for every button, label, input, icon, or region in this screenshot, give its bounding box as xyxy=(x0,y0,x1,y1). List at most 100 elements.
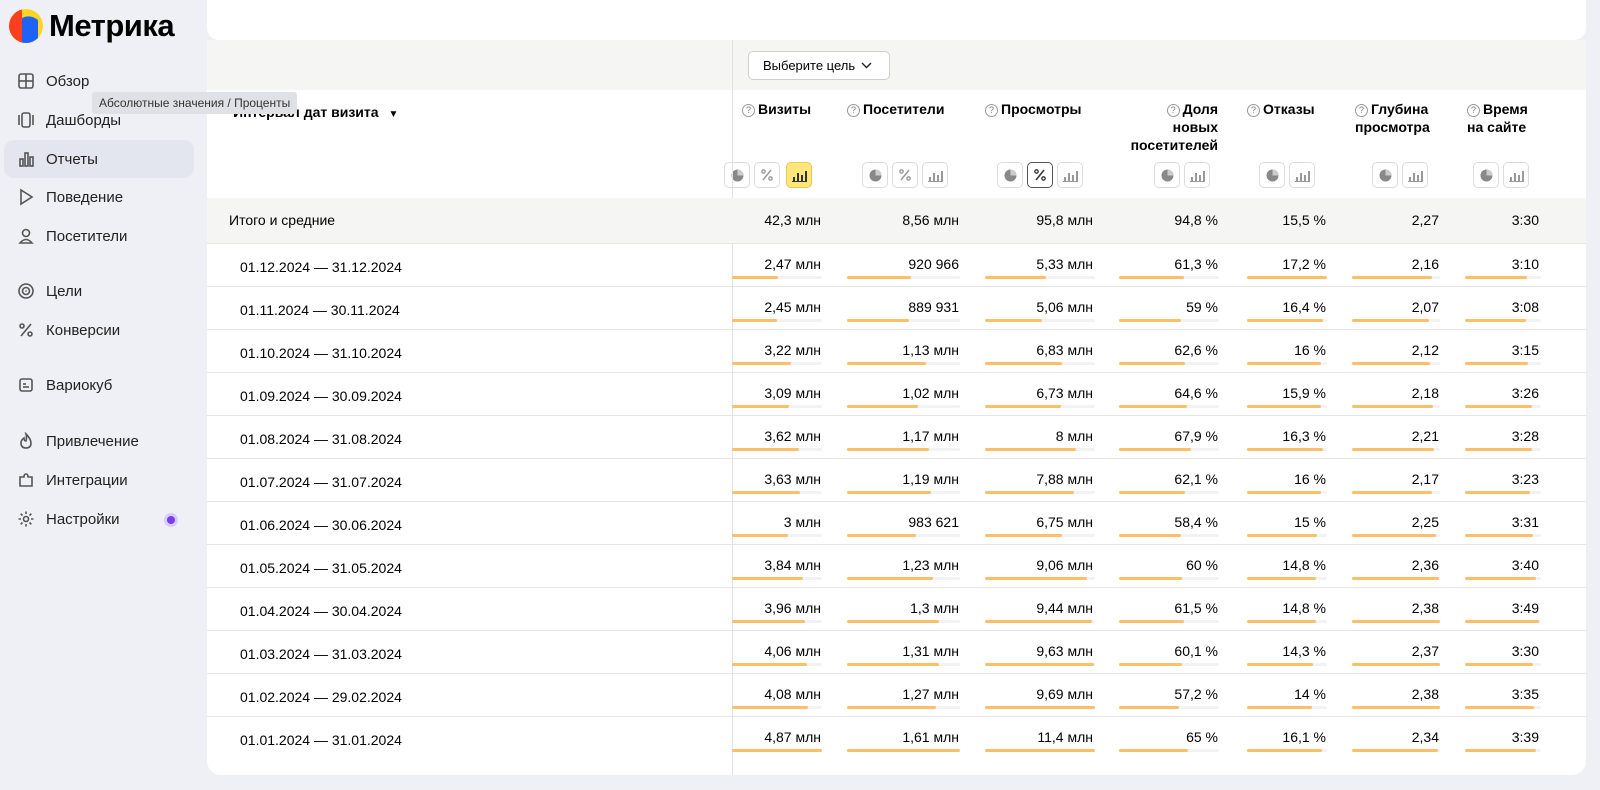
sidebar-item-6[interactable]: Конверсии xyxy=(4,311,194,349)
gear-icon xyxy=(16,509,36,529)
table-cell: 1,3 млн xyxy=(910,600,959,616)
pie-chart-toggle-icon[interactable] xyxy=(1473,162,1499,188)
table-cell: 8 млн xyxy=(1055,428,1093,444)
goal-select[interactable]: Выберите цель xyxy=(748,51,890,80)
sidebar-item-9[interactable]: Интеграции xyxy=(4,461,194,499)
help-icon[interactable]: ? xyxy=(1166,104,1180,117)
table-cell: 920 966 xyxy=(908,256,959,272)
column-header-bounces[interactable]: ? Отказы xyxy=(1247,100,1315,118)
value-bar xyxy=(847,362,960,365)
table-row[interactable]: 01.01.2024 — 31.01.2024 4,87 млн 1,61 млн 1… xyxy=(207,716,1586,759)
table-row[interactable]: 01.07.2024 — 31.07.2024 3,63 млн 1,19 млн 7… xyxy=(207,458,1586,501)
grid-icon xyxy=(16,71,36,91)
value-bar xyxy=(1247,276,1327,279)
value-bar xyxy=(847,749,960,752)
variocube-icon xyxy=(16,375,36,395)
table-cell: 3:39 xyxy=(1511,729,1539,745)
value-bar-fill xyxy=(732,405,789,408)
column-header-views[interactable]: ? Просмотры xyxy=(985,100,1082,118)
percent-toggle-icon[interactable] xyxy=(1027,162,1053,188)
value-bar xyxy=(1352,663,1440,666)
column-header-new_share[interactable]: ? Доля новых посетителей xyxy=(1131,100,1218,154)
value-bar-fill xyxy=(1247,663,1314,666)
value-bar xyxy=(847,405,960,408)
value-bar-fill xyxy=(732,362,792,365)
value-bar-fill xyxy=(1465,405,1532,408)
sidebar-item-3[interactable]: Поведение xyxy=(4,178,194,216)
table-cell: 15 % xyxy=(1294,514,1326,530)
pie-chart-toggle-icon[interactable] xyxy=(1154,162,1180,188)
table-cell: 16,1 % xyxy=(1282,729,1326,745)
value-bar xyxy=(985,663,1095,666)
help-icon[interactable]: ? xyxy=(985,104,998,117)
help-icon[interactable]: ? xyxy=(742,104,755,117)
bar-chart-toggle-icon[interactable] xyxy=(786,162,812,188)
table-row[interactable]: 01.02.2024 — 29.02.2024 4,08 млн 1,27 млн 9… xyxy=(207,673,1586,716)
sidebar-item-8[interactable]: Привлечение xyxy=(4,422,194,460)
value-bar-fill xyxy=(1119,663,1182,666)
help-icon[interactable]: ? xyxy=(847,104,860,117)
value-bar xyxy=(847,319,960,322)
column-header-visits[interactable]: ? Визиты xyxy=(742,100,811,118)
table-row[interactable]: 01.11.2024 — 30.11.2024 2,45 млн 889 931 5,… xyxy=(207,286,1586,329)
pie-chart-toggle-icon[interactable] xyxy=(1259,162,1285,188)
pie-chart-toggle-icon[interactable] xyxy=(997,162,1023,188)
column-header-depth[interactable]: ? Глубина просмотра xyxy=(1355,100,1430,136)
metrika-logo[interactable]: Метрика xyxy=(8,6,175,46)
table-row[interactable]: 01.12.2024 — 31.12.2024 2,47 млн 920 966 5,… xyxy=(207,243,1586,286)
sidebar-item-label: Вариокуб xyxy=(46,376,113,394)
sidebar-item-2[interactable]: Отчеты xyxy=(4,140,194,178)
bar-chart-toggle-icon[interactable] xyxy=(1057,162,1083,188)
percent-toggle-icon[interactable] xyxy=(754,162,780,188)
table-row[interactable]: 01.04.2024 — 30.04.2024 3,96 млн 1,3 млн 9,… xyxy=(207,587,1586,630)
value-bar-fill xyxy=(1465,577,1537,580)
value-bar xyxy=(985,534,1095,537)
value-bar-fill xyxy=(847,319,910,322)
value-bar-fill xyxy=(1119,620,1184,623)
sidebar-item-5[interactable]: Цели xyxy=(4,272,194,310)
bar-chart-toggle-icon[interactable] xyxy=(1503,162,1529,188)
table-row[interactable]: 01.05.2024 — 31.05.2024 3,84 млн 1,23 млн 9… xyxy=(207,544,1586,587)
bar-chart-toggle-icon[interactable] xyxy=(1289,162,1315,188)
table-cell: 6,73 млн xyxy=(1036,385,1093,401)
value-bar xyxy=(1119,362,1219,365)
sidebar-item-4[interactable]: Посетители xyxy=(4,217,194,255)
sidebar-item-label: Дашборды xyxy=(46,111,121,129)
table-cell: 3:28 xyxy=(1511,428,1539,444)
report-table: Выберите цель Интервал дат визита ▼ ? Виз… xyxy=(207,40,1586,775)
value-bar-fill xyxy=(1119,319,1181,322)
table-cell: 9,63 млн xyxy=(1036,643,1093,659)
table-row[interactable]: 01.10.2024 — 31.10.2024 3,22 млн 1,13 млн 6… xyxy=(207,329,1586,372)
column-header-time[interactable]: ? Время на сайте xyxy=(1467,100,1528,136)
percent-toggle-icon[interactable] xyxy=(892,162,918,188)
table-cell: 14,8 % xyxy=(1282,557,1326,573)
table-row[interactable]: 01.08.2024 — 31.08.2024 3,62 млн 1,17 млн 8… xyxy=(207,415,1586,458)
table-cell: 2,17 xyxy=(1411,471,1439,487)
bar-chart-toggle-icon[interactable] xyxy=(1402,162,1428,188)
column-header-visitors[interactable]: ? Посетители xyxy=(847,100,944,118)
value-bar-fill xyxy=(732,276,778,279)
sidebar-item-7[interactable]: Вариокуб xyxy=(4,366,194,404)
table-row[interactable]: 01.03.2024 — 31.03.2024 4,06 млн 1,31 млн 9… xyxy=(207,630,1586,673)
table-cell: 3:26 xyxy=(1511,385,1539,401)
bar-chart-toggle-icon[interactable] xyxy=(922,162,948,188)
help-icon[interactable]: ? xyxy=(1355,104,1368,117)
value-bar-fill xyxy=(1247,534,1317,537)
help-icon[interactable]: ? xyxy=(1467,104,1480,117)
user-icon xyxy=(16,226,36,246)
table-row[interactable]: 01.09.2024 — 30.09.2024 3,09 млн 1,02 млн 6… xyxy=(207,372,1586,415)
pie-chart-toggle-icon[interactable] xyxy=(724,162,750,188)
pie-chart-toggle-icon[interactable] xyxy=(862,162,888,188)
bar-chart-toggle-icon[interactable] xyxy=(1184,162,1210,188)
pie-chart-toggle-icon[interactable] xyxy=(1372,162,1398,188)
help-icon[interactable]: ? xyxy=(1247,104,1260,117)
sidebar-item-10[interactable]: Настройки xyxy=(4,500,194,538)
value-bar-fill xyxy=(1119,276,1184,279)
table-cell: 3:35 xyxy=(1511,686,1539,702)
value-bar xyxy=(847,491,960,494)
table-cell: 6,83 млн xyxy=(1036,342,1093,358)
column-header-text: Доля xyxy=(1182,101,1218,117)
date-range-label: 01.05.2024 — 31.05.2024 xyxy=(240,560,402,576)
table-row[interactable]: 01.06.2024 — 30.06.2024 3 млн 983 621 6,75 … xyxy=(207,501,1586,544)
table-cell: 3:15 xyxy=(1511,342,1539,358)
